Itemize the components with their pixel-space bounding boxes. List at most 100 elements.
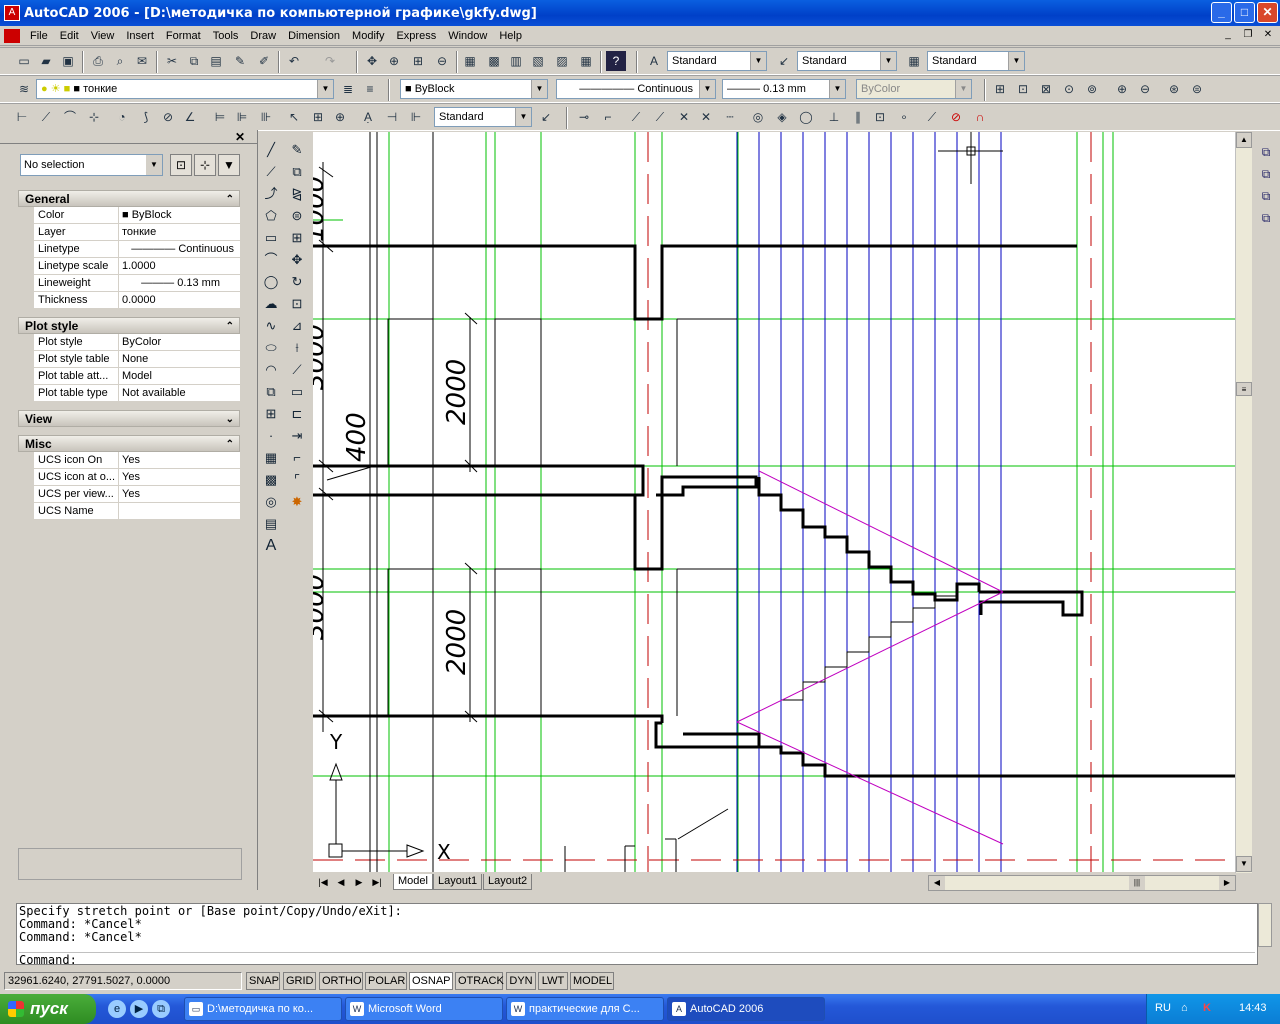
prop-row[interactable]: Thickness 0.0000	[34, 292, 240, 309]
prop-row[interactable]: Linetype ———— Continuous	[34, 241, 240, 258]
document-icon[interactable]	[4, 28, 20, 43]
angular-dim-icon[interactable]: ∠	[180, 107, 200, 127]
table-style-combo[interactable]: Standard ▼	[927, 51, 1025, 71]
move-icon[interactable]: ✥	[287, 250, 307, 270]
snap-center-icon[interactable]: ◎	[748, 107, 768, 127]
tab-layout2[interactable]: Layout2	[483, 874, 533, 890]
menu-help[interactable]: Help	[493, 27, 528, 45]
tool-palettes-icon[interactable]: ▥	[506, 51, 526, 71]
design-center-icon[interactable]: ▩	[484, 51, 504, 71]
osnap-settings-icon[interactable]: ∩	[970, 107, 990, 127]
bring-above-icon[interactable]: ⧉	[1256, 186, 1276, 206]
language-indicator[interactable]: RU	[1155, 1002, 1171, 1014]
menu-view[interactable]: View	[85, 27, 121, 45]
ordinate-dim-icon[interactable]: ⊹	[84, 107, 104, 127]
snap-tangent-icon[interactable]: ◯	[796, 107, 816, 127]
command-scrollbar[interactable]	[1258, 903, 1272, 947]
prop-row[interactable]: Plot style ByColor	[34, 334, 240, 351]
doc-minimize-button[interactable]: _	[1220, 28, 1236, 42]
zoom-extents-icon[interactable]: ⊜	[1187, 79, 1207, 99]
menu-edit[interactable]: Edit	[54, 27, 85, 45]
zoom-out-icon[interactable]: ⊖	[1135, 79, 1155, 99]
snap-perpendicular-icon[interactable]: ⊥	[824, 107, 844, 127]
spline-icon[interactable]: ∿	[261, 316, 281, 336]
menu-insert[interactable]: Insert	[120, 27, 160, 45]
plot-preview-icon[interactable]: ⌕	[110, 51, 130, 71]
block-editor-icon[interactable]: ✐	[254, 51, 274, 71]
toggle-pickadd-icon[interactable]: ⊡	[170, 154, 192, 176]
help-icon[interactable]: ?	[606, 51, 626, 71]
array-icon[interactable]: ⊞	[287, 228, 307, 248]
linear-dim-icon[interactable]: ⊢	[12, 107, 32, 127]
diameter-dim-icon[interactable]: ⊘	[158, 107, 178, 127]
redo-icon[interactable]: ↷	[320, 51, 340, 71]
chamfer-icon[interactable]: ⌐	[287, 448, 307, 468]
snap-toggle[interactable]: SNAP	[246, 972, 280, 990]
revcloud-icon[interactable]: ☁	[261, 294, 281, 314]
send-to-back-icon[interactable]: ⧉	[1256, 164, 1276, 184]
sheet-set-icon[interactable]: ▧	[528, 51, 548, 71]
polygon-icon[interactable]: ⬠	[261, 206, 281, 226]
ellipse-icon[interactable]: ⬭	[261, 338, 281, 358]
prev-tab-icon[interactable]: ◀	[333, 874, 349, 890]
horizontal-scrollbar[interactable]: ◀ ||| ▶	[928, 875, 1236, 891]
scroll-up-icon[interactable]: ▲	[1236, 132, 1252, 148]
copy-icon[interactable]: ⧉	[184, 51, 204, 71]
gradient-icon[interactable]: ▩	[261, 470, 281, 490]
scroll-left-icon[interactable]: ◀	[929, 876, 945, 890]
coordinates-display[interactable]: 32961.6240, 27791.5027, 0.0000	[4, 972, 242, 990]
polar-toggle[interactable]: POLAR	[365, 972, 407, 990]
zoom-center-icon[interactable]: ⊙	[1059, 79, 1079, 99]
vertical-scrollbar[interactable]: ▲ ≡ ▼	[1235, 132, 1252, 873]
join-icon[interactable]: ⇥	[287, 426, 307, 446]
ortho-toggle[interactable]: ORTHO	[319, 972, 363, 990]
explode-icon[interactable]: ✸	[287, 492, 307, 512]
rotate-icon[interactable]: ↻	[287, 272, 307, 292]
dim-update-icon[interactable]: ⊩	[406, 107, 426, 127]
snap-node-icon[interactable]: ∘	[894, 107, 914, 127]
fillet-icon[interactable]: ⌜	[287, 470, 307, 490]
dimstyle-icon[interactable]: ↙	[536, 107, 556, 127]
dim-style-combo[interactable]: Standard ▼	[797, 51, 897, 71]
menu-dimension[interactable]: Dimension	[282, 27, 346, 45]
menu-window[interactable]: Window	[442, 27, 493, 45]
prop-row[interactable]: UCS icon at o... Yes	[34, 469, 240, 486]
erase-icon[interactable]: ✎	[287, 140, 307, 160]
dyn-toggle[interactable]: DYN	[506, 972, 536, 990]
undo-icon[interactable]: ↶	[284, 51, 304, 71]
match-properties-icon[interactable]: ✎	[230, 51, 250, 71]
maximize-button[interactable]: □	[1234, 2, 1255, 23]
insert-block-icon[interactable]: ⧉	[261, 382, 281, 402]
prop-row[interactable]: Lineweight ——— 0.13 mm	[34, 275, 240, 292]
tolerance-icon[interactable]: ⊞	[308, 107, 328, 127]
selection-combo[interactable]: No selection ▼	[20, 154, 163, 176]
plot-icon[interactable]: ⎙	[88, 51, 108, 71]
cut-icon[interactable]: ✂	[162, 51, 182, 71]
task-explorer[interactable]: ▭ D:\методичка по ко...	[184, 997, 342, 1021]
menu-express[interactable]: Express	[390, 27, 442, 45]
tab-layout1[interactable]: Layout1	[433, 874, 483, 890]
circle-icon[interactable]: ◯	[261, 272, 281, 292]
zoom-realtime-icon[interactable]: ⊕	[384, 51, 404, 71]
mirror-icon[interactable]: ⧎	[287, 184, 307, 204]
line-icon[interactable]: ╱	[261, 140, 281, 160]
close-button[interactable]: ✕	[1257, 2, 1278, 23]
select-objects-icon[interactable]: ⊹	[194, 154, 216, 176]
send-under-icon[interactable]: ⧉	[1256, 208, 1276, 228]
zoom-all-icon[interactable]: ⊛	[1164, 79, 1184, 99]
dim-style-icon[interactable]: ↙	[774, 51, 794, 71]
command-prompt[interactable]: Command:	[19, 953, 77, 967]
quick-select-icon[interactable]: ▼	[218, 154, 240, 176]
jogged-dim-icon[interactable]: ⟆	[136, 107, 156, 127]
region-icon[interactable]: ◎	[261, 492, 281, 512]
snap-quadrant-icon[interactable]: ◈	[772, 107, 792, 127]
layer-combo[interactable]: ● ☀ ■ ■ тонкие ▼	[36, 79, 334, 99]
section-plot-style[interactable]: Plot style ⌃	[18, 317, 240, 334]
prop-row[interactable]: Plot table att... Model	[34, 368, 240, 385]
section-misc[interactable]: Misc ⌃	[18, 435, 240, 452]
tab-model[interactable]: Model	[393, 874, 433, 890]
network-icon[interactable]: ⌂	[1181, 1002, 1188, 1014]
linetype-combo[interactable]: ————— Continuous ▼	[556, 79, 716, 99]
lwt-toggle[interactable]: LWT	[538, 972, 568, 990]
ellipse-arc-icon[interactable]: ◠	[261, 360, 281, 380]
